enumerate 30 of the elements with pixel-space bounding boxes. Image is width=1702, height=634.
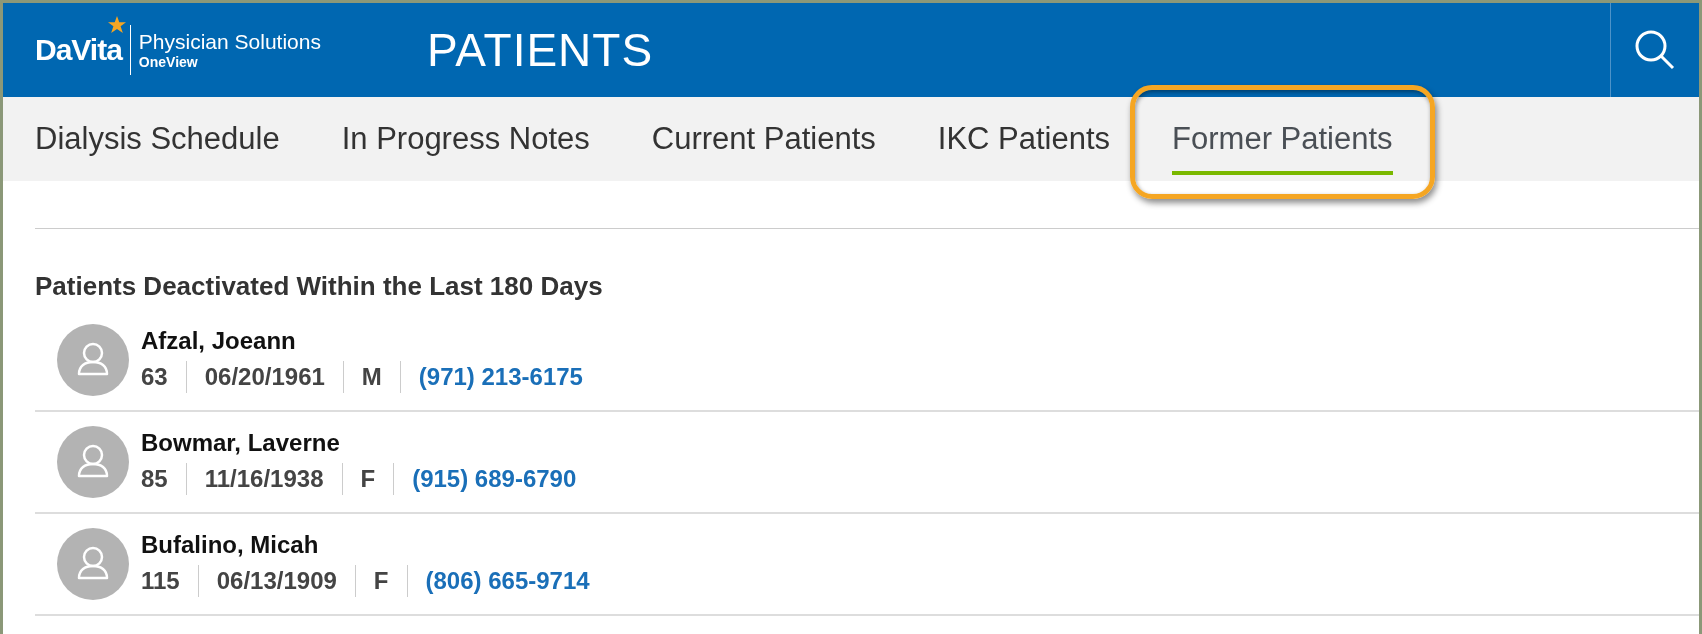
avatar-icon [57,324,129,396]
star-icon [107,16,126,34]
patient-name[interactable]: Bowmar, Laverne [141,429,577,457]
tab[interactable]: IKC Patients [937,97,1111,181]
brand-logo: DaVita [35,32,122,68]
tab[interactable]: Dialysis Schedule [35,97,280,181]
phone-link[interactable]: (806) 665-9714 [425,567,590,595]
search-icon[interactable] [1633,28,1677,72]
patient-sex: M [361,363,382,391]
edition-name: OneView [138,54,199,70]
patient-age: 63 [141,363,168,391]
patient-sex: F [373,567,389,595]
birth-date: 11/16/1938 [204,465,324,493]
phone-link[interactable]: (915) 689-6790 [412,465,577,493]
patient-sex: F [360,465,376,493]
phone-link[interactable]: (971) 213-6175 [418,363,583,391]
patient-age: 85 [141,465,168,493]
patient-name[interactable]: Bufalino, Micah [141,531,590,559]
section-heading: Patients Deactivated Within the Last 180 Days [35,271,604,302]
tab[interactable]: Former Patients [1172,97,1393,181]
product-name: Physician Solutions [138,30,321,54]
birth-date: 06/13/1909 [216,567,337,595]
tab[interactable]: Current Patients [651,97,876,181]
patient-name[interactable]: Afzal, Joeann [141,327,583,355]
avatar-icon [57,426,129,498]
birth-date: 06/20/1961 [204,363,325,391]
patient-age: 115 [141,567,180,595]
page-title: PATIENTS [427,23,654,77]
avatar-icon [57,528,129,600]
tab[interactable]: In Progress Notes [341,97,590,181]
